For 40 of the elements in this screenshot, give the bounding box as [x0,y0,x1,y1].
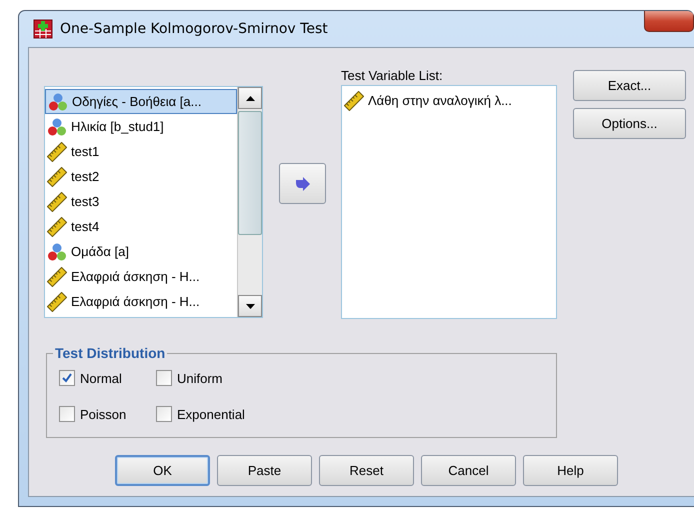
checkbox[interactable] [156,406,172,422]
checkbox[interactable] [59,406,75,422]
nominal-variable-icon [47,116,67,136]
checkbox-label: Uniform [177,370,223,386]
variable-item[interactable]: Οδηγίες - Βοήθεια [a... [45,89,237,114]
dialog-button[interactable]: Reset [319,455,414,486]
checkbox-label: Poisson [80,406,126,422]
close-button[interactable] [644,11,694,32]
scrollbar[interactable] [237,87,262,317]
app-icon [33,19,53,39]
side-button[interactable]: Exact... [573,70,686,101]
variable-item[interactable]: Ελαφριά άσκηση - Η... [45,289,237,314]
variable-item[interactable]: Λάθη στην αναλογική λ... [342,88,556,113]
window-title: One-Sample Kolmogorov-Smirnov Test [60,21,328,37]
checkbox-label: Normal [80,370,122,386]
move-right-button[interactable] [279,163,326,204]
group-title: Test Distribution [54,345,166,361]
variable-item[interactable]: Ομάδα [a] [45,239,237,264]
variable-item[interactable]: test1 [45,139,237,164]
source-variable-list[interactable]: Οδηγίες - Βοήθεια [a... Ηλικία [b_stud1] test1 test2 test3 test4 Ομάδα [a] Ελαφριά άσκηση - Η... Ελαφριά άσκηση - Η... [44,86,263,318]
nominal-variable-icon [48,92,68,112]
checkbox[interactable] [59,370,75,386]
nominal-variable-icon [47,242,67,262]
variable-item[interactable]: test2 [45,164,237,189]
side-button[interactable]: Options... [573,108,686,139]
dialog-button[interactable]: Paste [217,455,312,486]
variable-item[interactable]: test4 [45,214,237,239]
variable-item[interactable]: test3 [45,189,237,214]
list-label: Test Variable List: [341,68,443,85]
down-arrow-icon[interactable] [246,304,254,308]
checkbox-label: Exponential [177,406,245,422]
test-variable-list[interactable]: Λάθη στην αναλογική λ... [341,85,557,319]
up-arrow-icon[interactable] [246,96,254,100]
variable-item[interactable]: Ηλικία [b_stud1] [45,114,237,139]
checkbox[interactable] [156,370,172,386]
dialog-button[interactable]: OK [115,455,210,486]
arrow-icon [294,176,310,190]
dialog-button[interactable]: Cancel [421,455,516,486]
dialog-button[interactable]: Help [523,455,618,486]
variable-item[interactable]: Ελαφριά άσκηση - Η... [45,264,237,289]
